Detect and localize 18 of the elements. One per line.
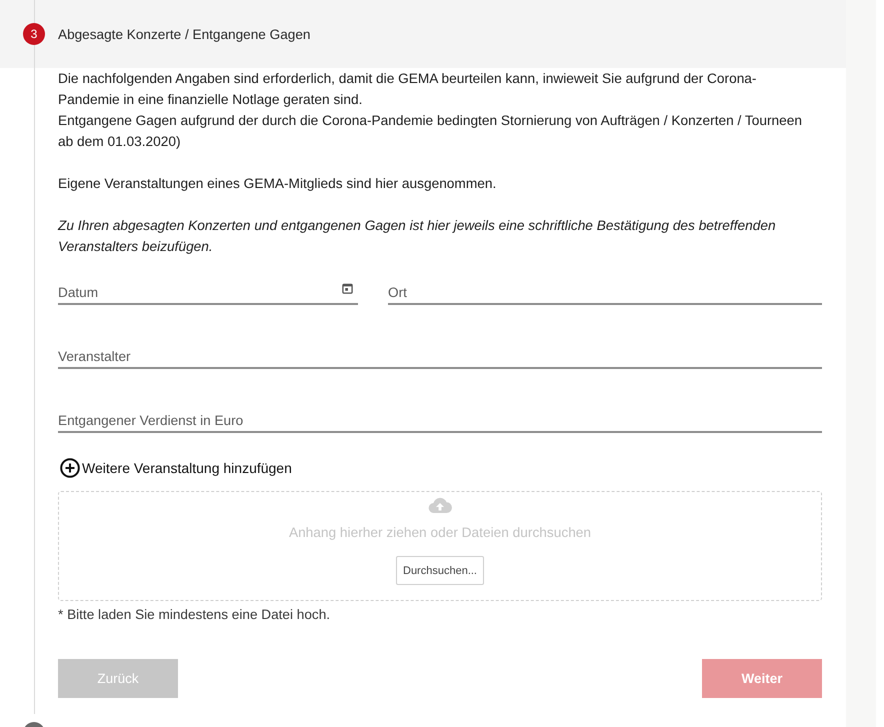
date-field[interactable]: Datum — [58, 273, 358, 305]
browse-button[interactable]: Durchsuchen... — [396, 556, 484, 585]
info-text: Entgangene Gagen aufgrund der durch die Corona-Pandemie bedingten Stornierung von Aufträgen / Konzerten / Tourneen ab dem 01.03.2020) — [58, 112, 803, 151]
calendar-icon[interactable] — [342, 283, 353, 294]
input-field[interactable]: Veranstalter — [58, 337, 822, 369]
step-number: 3 — [23, 23, 45, 45]
input-field[interactable]: Entgangener Verdienst in Euro — [58, 401, 822, 433]
upload-note: * Bitte laden Sie mindestens eine Datei hoch. — [58, 606, 332, 624]
step-title: Abgesagte Konzerte / Entgangene Gagen — [58, 26, 310, 42]
info-text: Die nachfolgenden Angaben sind erforderlich, damit die GEMA beurteilen kann, inwieweit Sie aufgrund der Corona-Pandemie in eine finanzielle Notlage geraten sind. — [58, 70, 758, 109]
input-field[interactable]: Ort — [388, 273, 822, 305]
info-text: Eigene Veranstaltungen eines GEMA-Mitglieds sind hier ausgenommen. — [58, 175, 498, 193]
cloud-upload-icon — [428, 497, 452, 513]
upload-dropzone[interactable]: Anhang hierher ziehen oder Dateien durchsuchen Durchsuchen... — [58, 491, 822, 601]
plus-circle-icon — [60, 458, 80, 478]
dropzone-hint: Anhang hierher ziehen oder Dateien durchsuchen — [288, 525, 592, 540]
info-text: Zu Ihren abgesagten Konzerten und entgangenen Gagen ist hier jeweils eine schriftliche Bestätigung des betreffenden Veranstalters beizufügen. — [58, 217, 777, 256]
add-event-link[interactable]: Weitere Veranstaltung hinzufügen — [58, 457, 292, 479]
